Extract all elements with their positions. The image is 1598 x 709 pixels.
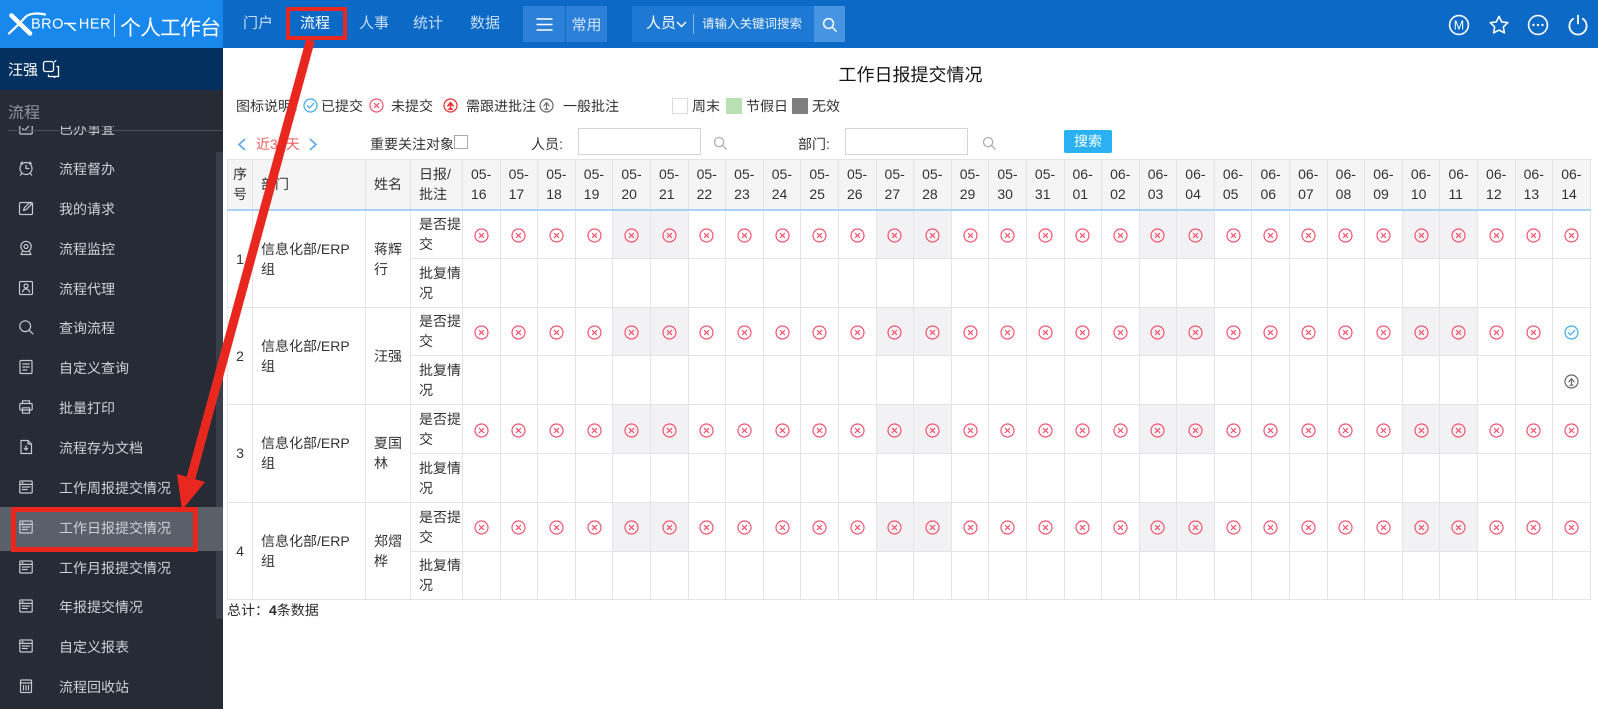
svg-text:M: M bbox=[1454, 19, 1464, 33]
